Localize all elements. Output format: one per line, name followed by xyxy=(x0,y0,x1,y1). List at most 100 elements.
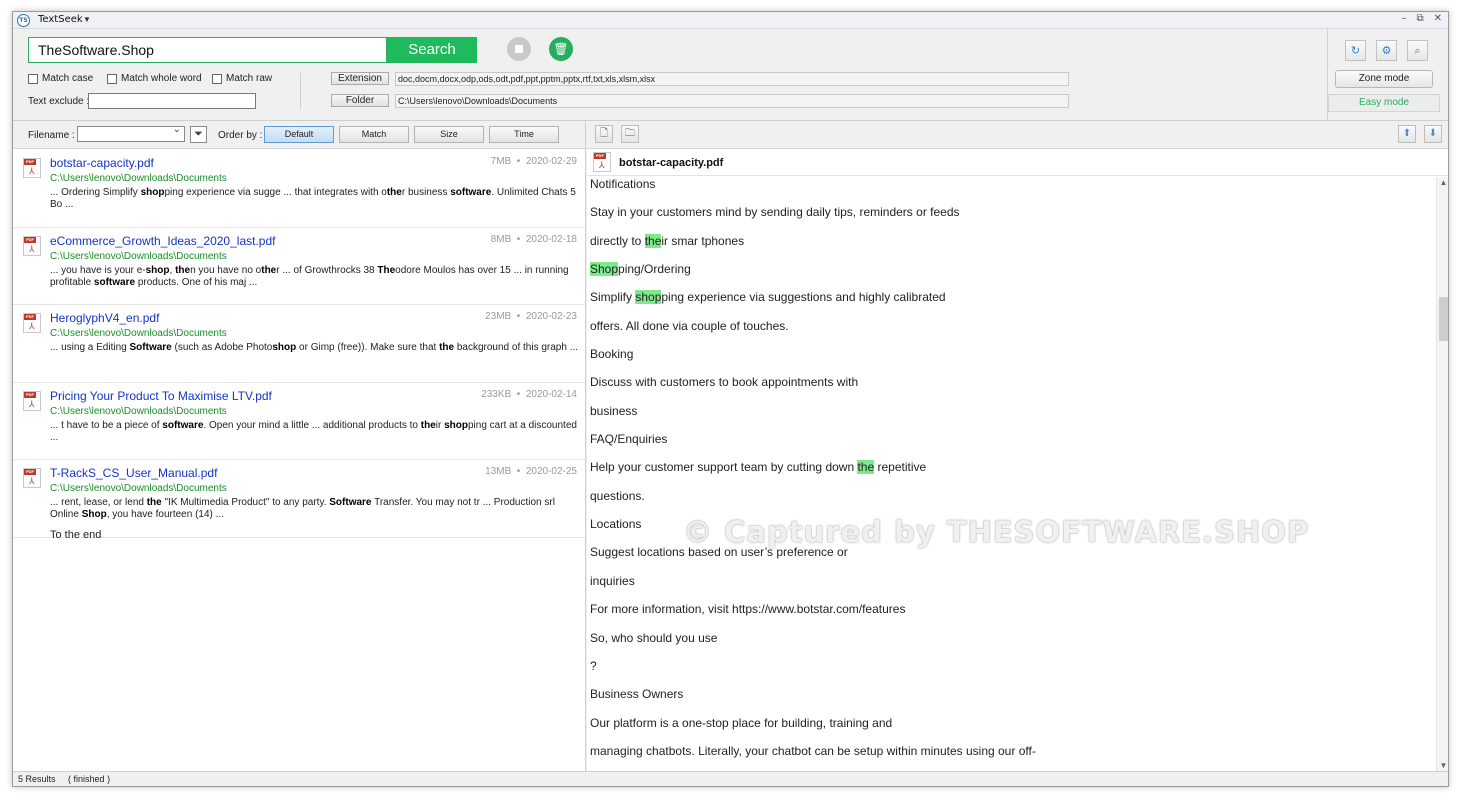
preview-line: inquiries xyxy=(590,573,635,588)
restore-button[interactable]: ⧉ xyxy=(1416,13,1423,24)
match-highlight: the xyxy=(857,460,875,475)
order-default-button[interactable]: Default xyxy=(264,126,334,143)
result-path[interactable]: C:\Users\lenovo\Downloads\Documents xyxy=(50,251,227,262)
app-title[interactable]: TextSeek xyxy=(38,14,83,25)
search-button[interactable]: Search xyxy=(387,37,477,63)
folder-button[interactable]: Folder xyxy=(331,94,389,107)
result-item[interactable]: Pricing Your Product To Maximise LTV.pdf… xyxy=(13,383,585,461)
result-item[interactable]: eCommerce_Growth_Ideas_2020_last.pdf 8MB … xyxy=(13,228,585,306)
match-whole-word-label: Match whole word xyxy=(121,73,202,84)
match-highlight: the xyxy=(644,233,662,248)
preview-text[interactable]: Notifications Stay in your customers mind… xyxy=(587,177,1436,771)
scroll-thumb[interactable] xyxy=(1439,297,1448,341)
window-controls: – ⧉ ✕ xyxy=(1401,13,1442,24)
result-title[interactable]: HeroglyphV4_en.pdf xyxy=(50,311,159,325)
result-item[interactable]: HeroglyphV4_en.pdf 23MB • 2020-02-23 C:\Us… xyxy=(13,305,585,383)
preview-line: For more information, visit https://www.… xyxy=(590,602,906,617)
result-path[interactable]: C:\Users\lenovo\Downloads\Documents xyxy=(50,173,227,184)
result-item[interactable]: T-RackS_CS_User_Manual.pdf 13MB • 2020-02… xyxy=(13,460,585,538)
result-date: 2020-02-18 xyxy=(525,233,577,245)
results-pane: Filename : ⏷ Order by : Default Match Si… xyxy=(13,121,586,771)
preview-line: directly to their smar tphones xyxy=(590,233,745,248)
preview-line: questions. xyxy=(590,488,645,503)
result-date: 2020-02-25 xyxy=(525,466,577,478)
result-size: 7MB xyxy=(490,156,512,167)
folder-field[interactable]: C:\Users\lenovo\Downloads\Documents xyxy=(395,94,1069,108)
match-case-option[interactable]: Match case xyxy=(28,73,93,84)
extension-field[interactable]: doc,docm,docx,odp,ods,odt,pdf,ppt,pptm,p… xyxy=(395,72,1069,86)
refresh-icon[interactable]: ↻ xyxy=(1345,40,1366,61)
settings-icon[interactable]: ⚙ xyxy=(1376,40,1397,61)
match-highlight: shop xyxy=(635,290,662,305)
preview-pane: 🗋 🗀 ⬆ ⬇ botstar-capacity.pdf Notificatio… xyxy=(587,121,1448,771)
result-snippet: ... Ordering Simplify shopping experienc… xyxy=(50,187,576,210)
app-menu-chevron-icon[interactable]: ▼ xyxy=(83,15,91,24)
result-path[interactable]: C:\Users\lenovo\Downloads\Documents xyxy=(50,328,227,339)
minimize-button[interactable]: – xyxy=(1401,13,1406,24)
result-size: 13MB xyxy=(485,466,512,478)
preview-toolbar: 🗋 🗀 ⬆ ⬇ xyxy=(587,121,1448,149)
result-size: 8MB xyxy=(490,233,512,245)
pdf-icon xyxy=(23,313,41,334)
result-meta: 233KB • 2020-02-14 xyxy=(481,388,577,400)
text-exclude-input[interactable] xyxy=(88,93,256,109)
result-snippet: ... you have is your e-shop, then you ha… xyxy=(50,264,569,288)
preview-scrollbar[interactable]: ▲ ▼ xyxy=(1436,177,1448,771)
result-title[interactable]: eCommerce_Growth_Ideas_2020_last.pdf xyxy=(50,234,275,248)
match-raw-option[interactable]: Match raw xyxy=(212,73,272,84)
order-time-button[interactable]: Time xyxy=(489,126,559,143)
match-case-checkbox[interactable] xyxy=(28,73,38,84)
match-whole-word-option[interactable]: Match whole word xyxy=(107,73,202,84)
result-date: 2020-02-14 xyxy=(525,388,577,400)
result-meta: 23MB • 2020-02-23 xyxy=(485,311,577,323)
next-match-icon[interactable]: ⬇ xyxy=(1424,125,1442,143)
search-box xyxy=(28,37,387,63)
filename-label: Filename : xyxy=(28,130,75,141)
preview-line: Business Owners xyxy=(590,687,684,702)
stop-icon[interactable] xyxy=(507,37,531,61)
scroll-up-icon[interactable]: ▲ xyxy=(1438,177,1448,188)
result-path[interactable]: C:\Users\lenovo\Downloads\Documents xyxy=(50,406,227,417)
preview-line: So, who should you use xyxy=(590,630,718,645)
match-whole-word-checkbox[interactable] xyxy=(107,73,117,84)
preview-line: FAQ/Enquiries xyxy=(590,432,668,447)
file-icon[interactable]: 🗋 xyxy=(595,125,613,143)
result-date: 2020-02-29 xyxy=(525,156,577,167)
preview-line: Help your customer support team by cutti… xyxy=(590,460,927,475)
search-icon[interactable]: ⌕ xyxy=(1407,40,1428,61)
match-case-label: Match case xyxy=(42,73,94,84)
result-path[interactable]: C:\Users\lenovo\Downloads\Documents xyxy=(50,483,227,494)
match-raw-checkbox[interactable] xyxy=(212,73,222,84)
result-title[interactable]: T-RackS_CS_User_Manual.pdf xyxy=(50,466,217,480)
result-title[interactable]: botstar-capacity.pdf xyxy=(50,156,154,170)
result-title[interactable]: Pricing Your Product To Maximise LTV.pdf xyxy=(50,389,272,403)
scroll-down-icon[interactable]: ▼ xyxy=(1438,760,1448,771)
preview-line: Our platform is a one-stop place for bui… xyxy=(590,715,893,730)
match-raw-label: Match raw xyxy=(226,73,273,84)
app-window: TS TextSeek ▼ – ⧉ ✕ Search 🗑 Match case … xyxy=(12,11,1449,787)
filename-dropdown[interactable] xyxy=(77,124,185,142)
filter-icon[interactable]: ⏷ xyxy=(190,126,207,143)
result-item[interactable]: botstar-capacity.pdf 7MB • 2020-02-29 C:\U… xyxy=(13,150,585,228)
previous-match-icon[interactable]: ⬆ xyxy=(1398,125,1416,143)
watermark: © Captured by THESOFTWARE.SHOP xyxy=(683,515,1310,549)
preview-line: Shopping/Ordering xyxy=(590,262,691,277)
order-match-button[interactable]: Match xyxy=(339,126,409,143)
preview-line: business xyxy=(590,403,638,418)
pdf-icon xyxy=(23,468,41,489)
order-size-button[interactable]: Size xyxy=(414,126,484,143)
order-by-label: Order by : xyxy=(218,130,263,141)
text-exclude-label: Text exclude : xyxy=(28,96,90,107)
result-list: botstar-capacity.pdf 7MB • 2020-02-29 C:\U… xyxy=(13,150,585,538)
zone-mode-button[interactable]: Zone mode xyxy=(1335,70,1433,88)
extension-button[interactable]: Extension xyxy=(331,72,389,85)
trash-icon[interactable]: 🗑 xyxy=(549,37,573,61)
close-button[interactable]: ✕ xyxy=(1434,13,1442,24)
folder-icon[interactable]: 🗀 xyxy=(621,125,639,143)
preview-line: Booking xyxy=(590,347,634,362)
search-input[interactable] xyxy=(29,38,386,62)
result-meta: 13MB • 2020-02-25 xyxy=(485,466,577,478)
result-snippet: ... using a Editing Software (such as Ad… xyxy=(50,342,579,354)
mode-tools: ↻ ⚙ ⌕ Zone mode Easy mode xyxy=(1327,29,1441,120)
easy-mode-button[interactable]: Easy mode xyxy=(1328,94,1440,112)
